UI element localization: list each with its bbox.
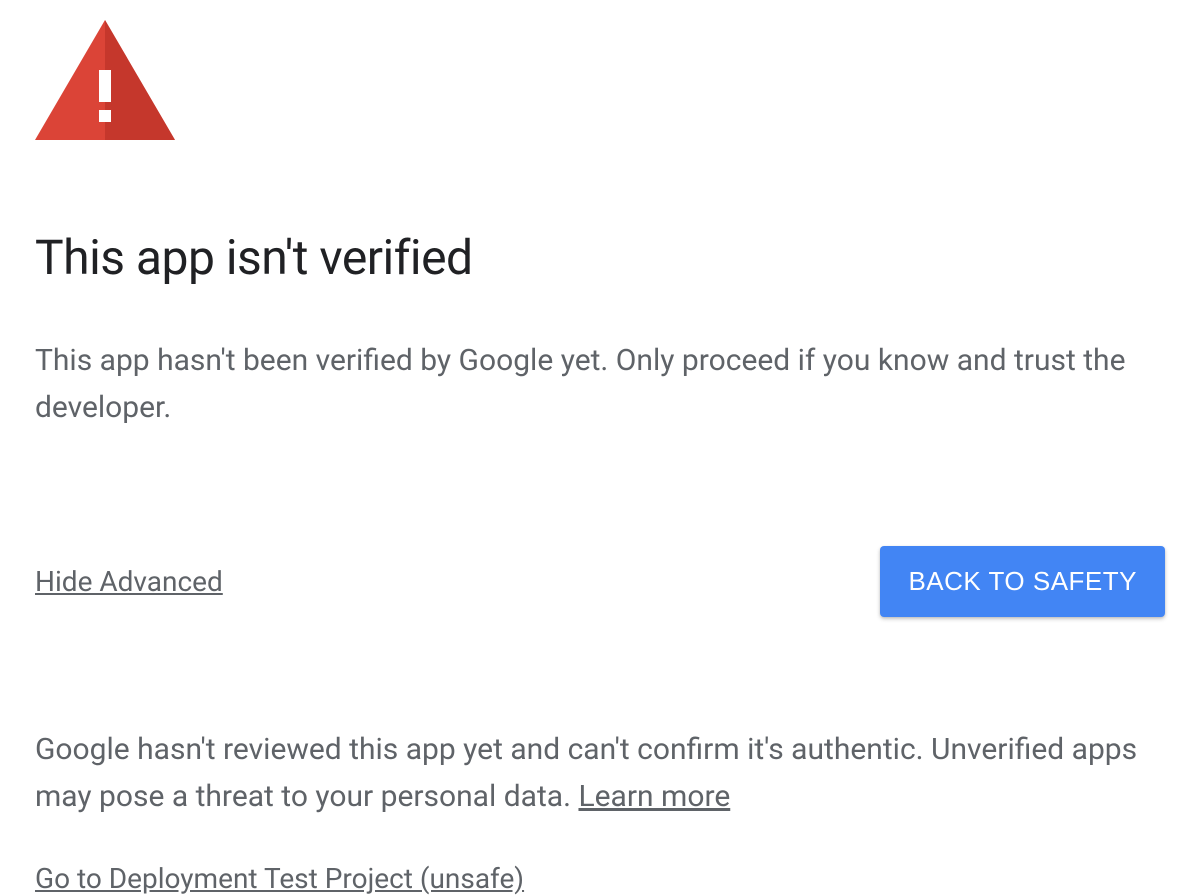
back-to-safety-button[interactable]: BACK TO SAFETY — [880, 546, 1165, 617]
advanced-warning-text: Google hasn't reviewed this app yet and … — [35, 727, 1165, 820]
page-title: This app isn't verified — [35, 229, 1165, 286]
warning-description: This app hasn't been verified by Google … — [35, 338, 1165, 431]
proceed-unsafe-link[interactable]: Go to Deployment Test Project (unsafe) — [35, 862, 524, 895]
learn-more-link[interactable]: Learn more — [578, 779, 730, 814]
action-row: Hide Advanced BACK TO SAFETY — [35, 546, 1165, 617]
toggle-advanced-link[interactable]: Hide Advanced — [35, 565, 223, 598]
warning-icon — [35, 20, 1165, 144]
